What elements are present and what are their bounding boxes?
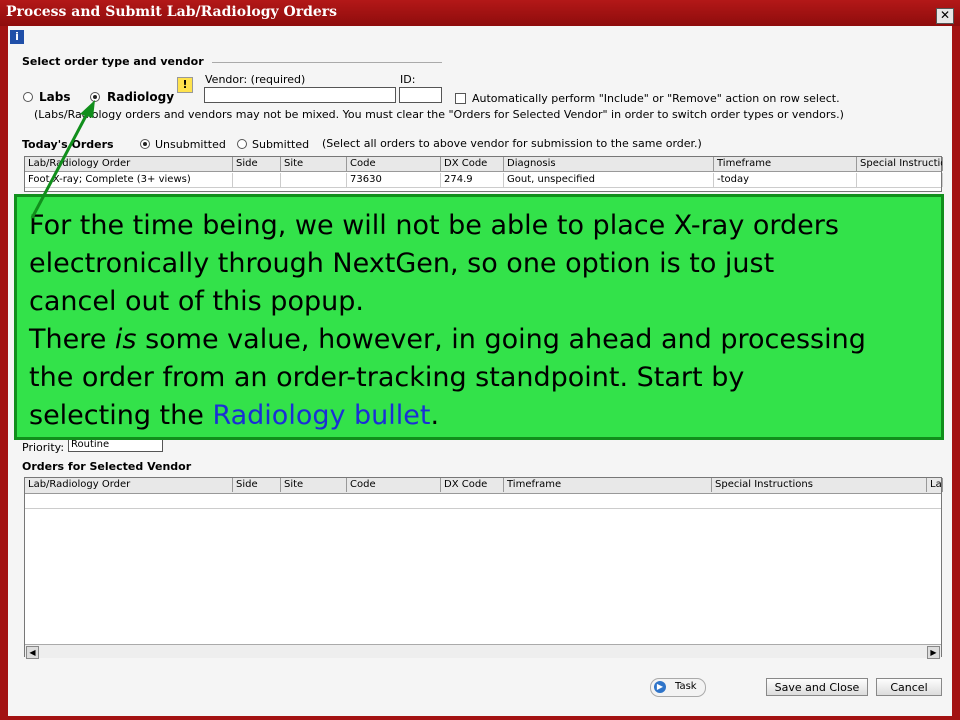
radiology-label: Radiology bbox=[107, 90, 175, 104]
id-input[interactable] bbox=[399, 87, 442, 103]
col-header[interactable]: Side bbox=[233, 157, 281, 171]
todays-orders-label: Today's Orders bbox=[22, 138, 114, 151]
auto-action-checkbox[interactable] bbox=[455, 93, 466, 104]
table-header: Lab/Radiology Order Side Site Code DX Co… bbox=[25, 157, 943, 172]
callout-text: . bbox=[430, 400, 440, 431]
col-header[interactable]: DX Code bbox=[441, 157, 504, 171]
col-header[interactable]: Site bbox=[281, 157, 347, 171]
select-order-section-label: Select order type and vendor bbox=[22, 55, 204, 68]
priority-field[interactable]: Routine bbox=[68, 438, 163, 452]
radiology-radio[interactable] bbox=[90, 92, 100, 102]
col-header[interactable]: Special Instruction bbox=[857, 157, 943, 171]
callout-emphasis: is bbox=[114, 324, 137, 355]
cell-order: Foot X-ray; Complete (3+ views) bbox=[25, 173, 233, 187]
cell-diagnosis: Gout, unspecified bbox=[504, 173, 714, 187]
info-icon[interactable]: i bbox=[10, 30, 24, 44]
task-icon: ▶ bbox=[654, 681, 666, 693]
submitted-radio[interactable] bbox=[237, 139, 247, 149]
horizontal-scrollbar[interactable]: ◀ ▶ bbox=[25, 644, 941, 659]
unsubmitted-radio[interactable] bbox=[140, 139, 150, 149]
instruction-callout: For the time being, we will not be able … bbox=[14, 194, 944, 440]
todays-orders-hint: (Select all orders to above vendor for s… bbox=[322, 137, 702, 150]
cell-side bbox=[233, 173, 281, 187]
cell-site bbox=[281, 173, 347, 187]
todays-orders-table: Lab/Radiology Order Side Site Code DX Co… bbox=[24, 156, 943, 192]
window-title: Process and Submit Lab/Radiology Orders bbox=[6, 4, 338, 20]
frame-bottom bbox=[0, 716, 960, 720]
vendor-orders-label: Orders for Selected Vendor bbox=[22, 460, 192, 473]
labs-label: Labs bbox=[39, 90, 71, 104]
cell-timeframe: -today bbox=[714, 173, 857, 187]
priority-label: Priority: bbox=[22, 441, 65, 454]
table-header: Lab/Radiology Order Side Site Code DX Co… bbox=[25, 478, 943, 494]
col-header[interactable]: Timeframe bbox=[714, 157, 857, 171]
submitted-label: Submitted bbox=[252, 138, 310, 151]
callout-line: There is some value, however, in going a… bbox=[29, 321, 929, 359]
cell-special bbox=[857, 173, 943, 187]
auto-action-label: Automatically perform "Include" or "Remo… bbox=[472, 92, 840, 105]
task-label: Task bbox=[675, 681, 697, 692]
col-header[interactable]: La bbox=[927, 478, 943, 492]
warning-icon: ! bbox=[177, 77, 193, 93]
cancel-button[interactable]: Cancel bbox=[876, 678, 942, 696]
table-row[interactable]: Foot X-ray; Complete (3+ views) 73630 27… bbox=[25, 173, 943, 187]
vendor-orders-table: Lab/Radiology Order Side Site Code DX Co… bbox=[24, 477, 943, 659]
callout-line: For the time being, we will not be able … bbox=[29, 210, 839, 241]
task-button[interactable]: ▶ Task bbox=[650, 678, 706, 697]
scroll-right-icon[interactable]: ▶ bbox=[927, 646, 940, 659]
row-divider bbox=[25, 508, 941, 509]
section-divider bbox=[212, 62, 442, 63]
scroll-left-icon[interactable]: ◀ bbox=[26, 646, 39, 659]
col-header[interactable]: Site bbox=[281, 478, 347, 492]
callout-line: cancel out of this popup. bbox=[29, 286, 364, 317]
callout-highlight: Radiology bullet bbox=[212, 400, 431, 431]
callout-text: There bbox=[29, 324, 115, 355]
callout-line: electronically through NextGen, so one o… bbox=[29, 248, 775, 279]
id-label: ID: bbox=[400, 73, 416, 86]
unsubmitted-label: Unsubmitted bbox=[155, 138, 226, 151]
row-divider bbox=[25, 187, 941, 188]
callout-text: some value, however, in going ahead and … bbox=[136, 324, 866, 355]
cell-code: 73630 bbox=[347, 173, 441, 187]
col-header[interactable]: Diagnosis bbox=[504, 157, 714, 171]
callout-line: selecting the Radiology bullet. bbox=[29, 397, 929, 435]
frame-right bbox=[952, 26, 960, 720]
title-bar: Process and Submit Lab/Radiology Orders … bbox=[0, 0, 960, 26]
frame-left bbox=[0, 26, 8, 720]
save-and-close-button[interactable]: Save and Close bbox=[766, 678, 868, 696]
cell-dx-code: 274.9 bbox=[441, 173, 504, 187]
callout-line: the order from an order-tracking standpo… bbox=[29, 362, 745, 393]
col-header[interactable]: Timeframe bbox=[504, 478, 712, 492]
col-header[interactable]: Lab/Radiology Order bbox=[25, 157, 233, 171]
labs-radio[interactable] bbox=[23, 92, 33, 102]
callout-text: selecting the bbox=[29, 400, 213, 431]
col-header[interactable]: Code bbox=[347, 478, 441, 492]
mixing-note: (Labs/Radiology orders and vendors may n… bbox=[34, 108, 844, 121]
col-header[interactable]: Lab/Radiology Order bbox=[25, 478, 233, 492]
col-header[interactable]: Special Instructions bbox=[712, 478, 927, 492]
close-icon[interactable]: ✕ bbox=[936, 8, 954, 24]
col-header[interactable]: DX Code bbox=[441, 478, 504, 492]
col-header[interactable]: Side bbox=[233, 478, 281, 492]
col-header[interactable]: Code bbox=[347, 157, 441, 171]
vendor-input[interactable] bbox=[204, 87, 396, 103]
vendor-label: Vendor: (required) bbox=[205, 73, 306, 86]
